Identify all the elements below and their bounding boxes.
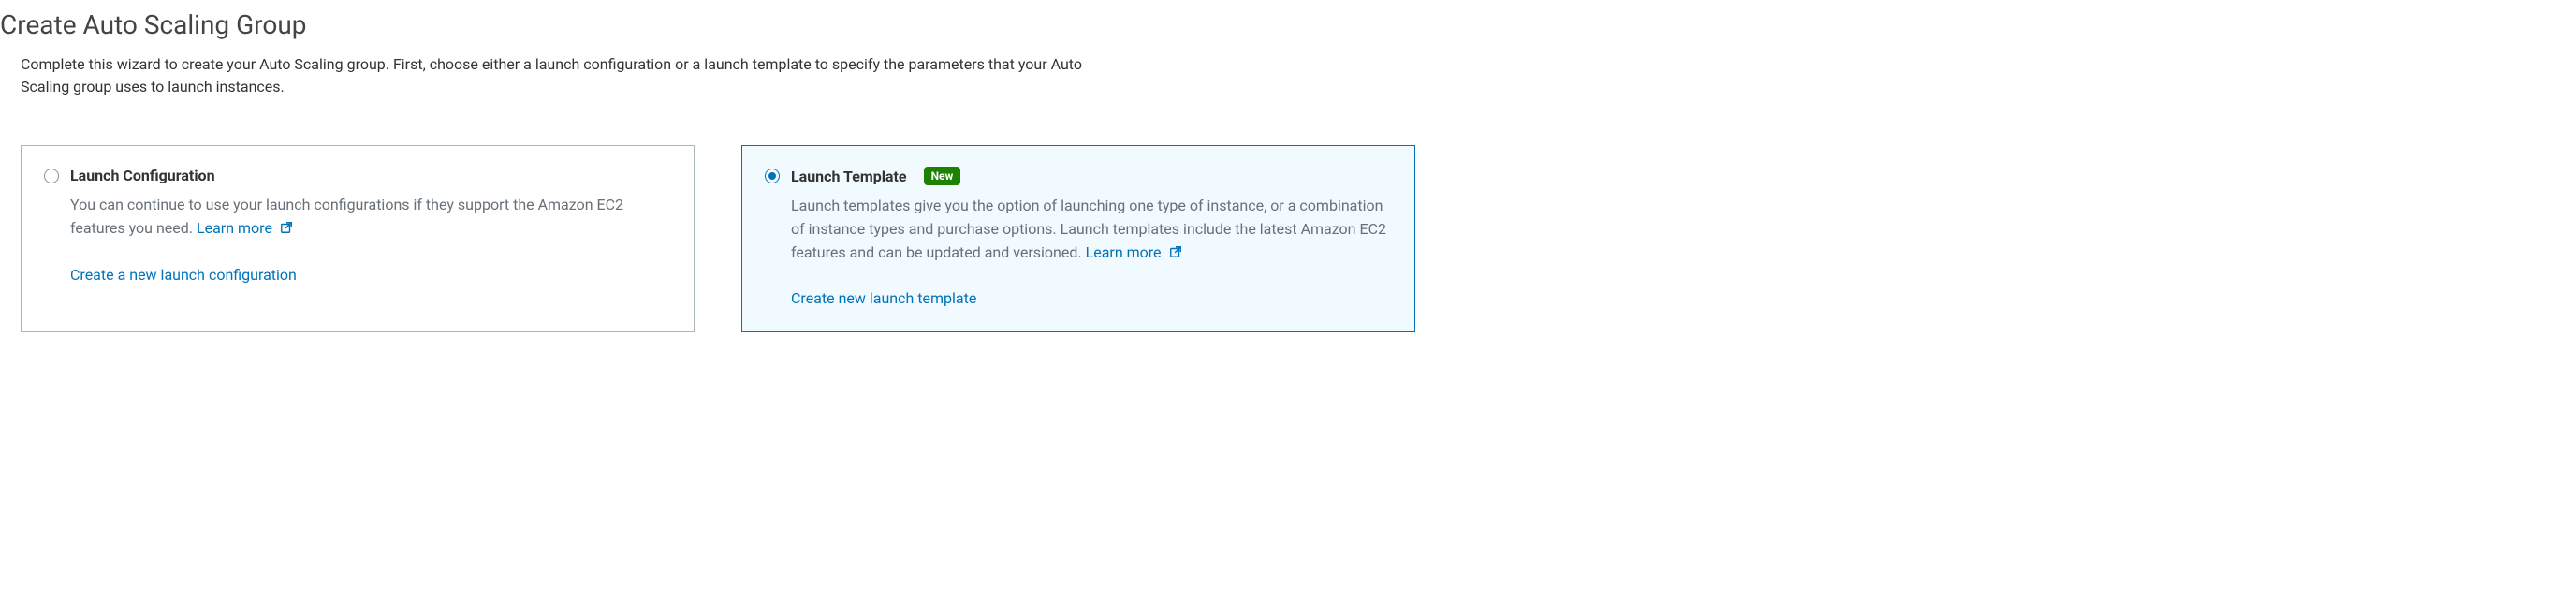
- create-launch-template-link[interactable]: Create new launch template: [791, 289, 976, 307]
- external-link-icon: [1169, 242, 1182, 266]
- option-card-launch-template[interactable]: Launch Template New Launch templates giv…: [741, 145, 1415, 332]
- option-description: Launch templates give you the option of …: [791, 195, 1392, 265]
- radio-launch-configuration[interactable]: [44, 169, 59, 183]
- page-description: Complete this wizard to create your Auto…: [0, 53, 1123, 98]
- radio-launch-template[interactable]: [765, 169, 780, 183]
- option-card-launch-configuration[interactable]: Launch Configuration You can continue to…: [21, 145, 695, 332]
- option-header: Launch Template New: [765, 167, 1392, 185]
- option-description: You can continue to use your launch conf…: [70, 194, 671, 242]
- learn-more-text: Learn more: [197, 219, 272, 237]
- create-launch-configuration-link[interactable]: Create a new launch configuration: [70, 266, 297, 284]
- learn-more-text: Learn more: [1086, 243, 1162, 261]
- option-description-text: You can continue to use your launch conf…: [70, 196, 623, 237]
- option-header: Launch Configuration: [44, 167, 671, 184]
- new-badge: New: [924, 167, 961, 185]
- options-row: Launch Configuration You can continue to…: [0, 145, 2576, 332]
- option-title-launch-configuration: Launch Configuration: [70, 167, 215, 184]
- external-link-icon: [280, 218, 293, 242]
- learn-more-link-launch-configuration[interactable]: Learn more: [197, 219, 293, 237]
- page-title: Create Auto Scaling Group: [0, 9, 2576, 40]
- learn-more-link-launch-template[interactable]: Learn more: [1086, 243, 1182, 261]
- option-title-launch-template: Launch Template: [791, 168, 907, 185]
